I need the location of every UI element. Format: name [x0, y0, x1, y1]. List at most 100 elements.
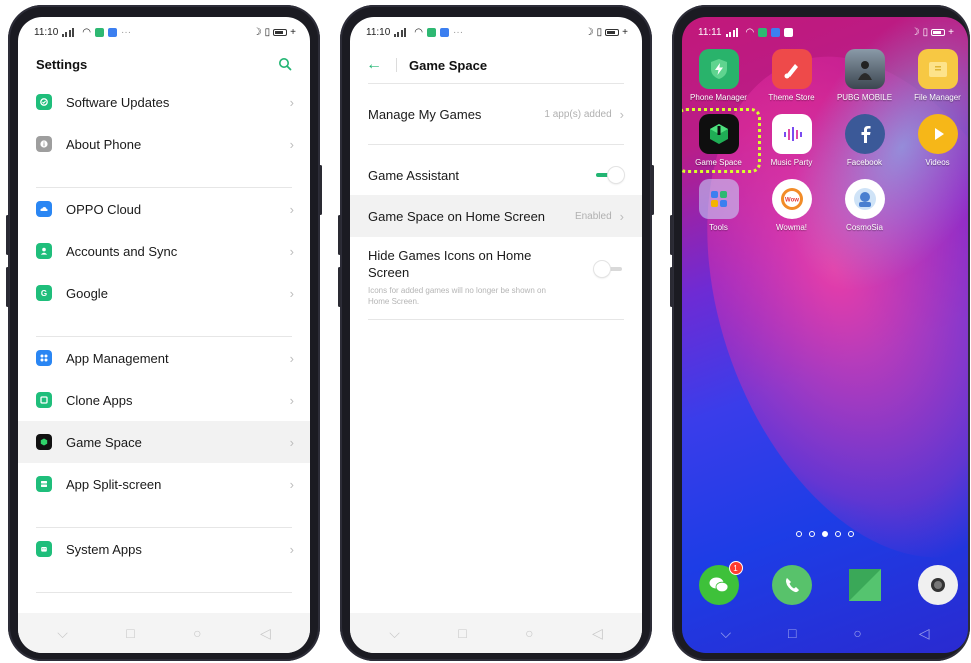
more-notifications-icon: ··· [121, 26, 132, 38]
app-label: Facebook [846, 158, 883, 167]
notification-app-icon [440, 27, 450, 37]
game-assistant-toggle[interactable] [594, 167, 624, 183]
phone-icon [771, 565, 812, 605]
back-icon[interactable]: ◁ [260, 625, 271, 642]
hide-games-icons-toggle[interactable] [594, 261, 624, 277]
back-icon[interactable]: ◁ [919, 625, 930, 642]
app-theme-store[interactable]: Theme Store [755, 49, 828, 102]
notification-app-icon [108, 27, 118, 37]
recents-icon[interactable]: □ [126, 625, 134, 641]
settings-item-game-space[interactable]: Game Space › [18, 421, 310, 463]
settings-item-label: Software Updates [66, 94, 170, 110]
moon-icon: ☽ [584, 26, 594, 38]
app-phone-manager[interactable]: Phone Manager [682, 49, 755, 102]
page-dot[interactable] [848, 531, 854, 537]
app-label: Videos [925, 158, 950, 167]
page-dot-active[interactable] [822, 531, 828, 537]
dock-app-camera[interactable] [901, 565, 968, 605]
settings-item-google[interactable]: G Google › [18, 272, 310, 314]
app-music-party[interactable]: Music Party [755, 114, 828, 167]
svg-text:G: G [41, 289, 47, 298]
chevron-right-icon: › [619, 208, 624, 224]
info-icon [36, 136, 52, 152]
facebook-icon [844, 114, 885, 154]
game-space-home-screen-row[interactable]: Game Space on Home Screen Enabled › [350, 195, 642, 237]
settings-item-about-phone[interactable]: About Phone › [18, 123, 310, 165]
page-indicator [682, 531, 968, 537]
user-icon [36, 243, 52, 259]
page-dot[interactable] [796, 531, 802, 537]
status-time: 11:10 [34, 26, 59, 38]
shield-bolt-icon [698, 49, 739, 89]
manage-my-games-row[interactable]: Manage My Games 1 app(s) added › [350, 84, 642, 144]
settings-item-label: App Split-screen [66, 476, 162, 492]
app-label: Theme Store [768, 93, 815, 102]
cloud-icon [36, 201, 52, 217]
signal-icon [62, 27, 78, 37]
settings-item-clone-apps[interactable]: Clone Apps › [18, 379, 310, 421]
home-screen: 11:11 ◠ ☽ ▯ + Phone Manager Theme Store … [682, 17, 968, 653]
chevron-right-icon: › [289, 434, 294, 450]
page-title: Game Space [409, 57, 488, 73]
notification-app-icon [95, 27, 105, 37]
settings-item-label: App Management [66, 350, 169, 366]
navigation-bar: ⌵ □ ○ ◁ [18, 613, 310, 653]
header: ← Game Space [350, 47, 642, 83]
navigation-bar: ⌵ □ ○ ◁ [682, 613, 968, 653]
settings-item-app-split-screen[interactable]: App Split-screen › [18, 463, 310, 505]
dock-app-messages[interactable] [828, 565, 901, 605]
settings-item-label: Google [66, 285, 108, 301]
chevron-down-icon[interactable]: ⌵ [720, 625, 731, 642]
app-wowma[interactable]: Wow Wowma! [755, 179, 828, 232]
app-facebook[interactable]: Facebook [828, 114, 901, 167]
settings-screen: 11:10 ◠ ··· ☽ ▯ + Settings Software Upda… [18, 17, 310, 653]
chevron-right-icon: › [289, 476, 294, 492]
app-label: Wowma! [776, 223, 807, 232]
hide-games-icons-label: Hide Games Icons on Home Screen [368, 248, 532, 280]
hide-games-icons-row: Hide Games Icons on Home Screen Icons fo… [350, 237, 642, 319]
settings-item-accounts-and-sync[interactable]: Accounts and Sync › [18, 230, 310, 272]
split-screen-icon [36, 476, 52, 492]
back-arrow-icon[interactable]: ← [366, 56, 382, 74]
home-icon[interactable]: ○ [193, 625, 201, 641]
settings-item-oppo-cloud[interactable]: OPPO Cloud › [18, 188, 310, 230]
back-icon[interactable]: ◁ [592, 625, 603, 642]
phone-game-space: 11:10 ◠ ··· ☽ ▯ + ← Game Space Manage My… [338, 5, 654, 661]
charging-icon: + [290, 26, 296, 38]
wifi-icon: ◠ [82, 26, 92, 38]
app-tools[interactable]: Tools [682, 179, 755, 232]
dock-app-wechat[interactable]: 1 [682, 561, 755, 605]
chevron-down-icon[interactable]: ⌵ [389, 625, 400, 642]
page-dot[interactable] [835, 531, 841, 537]
hide-games-icons-description: Icons for added games will no longer be … [368, 286, 546, 306]
settings-item-software-updates[interactable]: Software Updates › [18, 81, 310, 123]
home-icon[interactable]: ○ [525, 625, 533, 641]
recents-icon[interactable]: □ [788, 625, 796, 641]
home-icon[interactable]: ○ [853, 625, 861, 641]
recents-icon[interactable]: □ [458, 625, 466, 641]
search-icon[interactable] [278, 57, 292, 71]
app-label: PUBG MOBILE [836, 93, 893, 102]
notification-app-icon [771, 27, 781, 37]
dock-app-phone[interactable] [755, 565, 828, 605]
settings-group-4: System Apps › [18, 528, 310, 570]
grid-icon [36, 350, 52, 366]
status-bar: 11:10 ◠ ··· ☽ ▯ + [350, 17, 642, 47]
app-game-space[interactable]: Game Space [682, 108, 761, 173]
settings-item-app-management[interactable]: App Management › [18, 337, 310, 379]
battery-icon [273, 28, 288, 36]
settings-item-system-apps[interactable]: System Apps › [18, 528, 310, 570]
app-videos[interactable]: Videos [901, 114, 968, 167]
settings-group-3: App Management › Clone Apps › Game Space… [18, 337, 310, 505]
app-pubg-mobile[interactable]: PUBG MOBILE [828, 49, 901, 102]
chevron-down-icon[interactable]: ⌵ [57, 625, 68, 642]
folder-icon [917, 49, 958, 89]
page-dot[interactable] [809, 531, 815, 537]
app-file-manager[interactable]: File Manager [901, 49, 968, 102]
message-icon [845, 565, 885, 605]
notification-app-icon [427, 27, 437, 37]
app-cosmosia[interactable]: CosmoSia [828, 179, 901, 232]
game-assistant-label: Game Assistant [368, 167, 460, 183]
more-notifications-icon: ··· [453, 26, 464, 38]
game-space-icon [36, 434, 52, 450]
